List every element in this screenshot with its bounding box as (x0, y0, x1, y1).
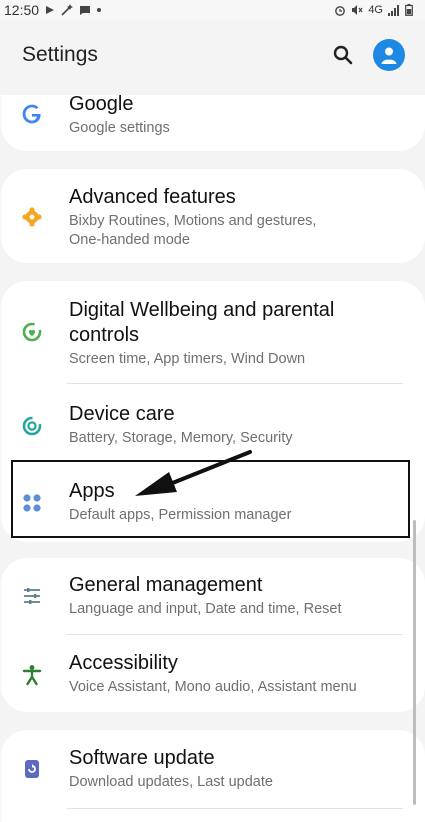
account-avatar-button[interactable] (373, 39, 405, 71)
google-icon (19, 101, 45, 127)
settings-item-digital-wellbeing[interactable]: Digital Wellbeing and parental controls … (1, 281, 425, 384)
network-type: 4G (368, 4, 383, 16)
status-bar: 12:50 4G (0, 0, 425, 20)
settings-card-general: General management Language and input, D… (1, 558, 425, 712)
settings-item-subtitle: Google settings (69, 120, 170, 136)
sliders-icon (19, 583, 45, 609)
settings-item-subtitle: Default apps, Permission manager (69, 507, 292, 523)
settings-item-subtitle: Bixby Routines, Motions and gestures, On… (69, 213, 317, 248)
scrollbar[interactable] (413, 520, 416, 805)
battery-icon (405, 4, 413, 16)
search-icon[interactable] (333, 45, 353, 65)
alarm-icon (335, 6, 346, 16)
settings-item-advanced-features[interactable]: Advanced features Bixby Routines, Motion… (1, 169, 425, 263)
pointer-arrow-icon (135, 450, 252, 496)
app-bar: Settings (0, 20, 425, 90)
apps-icon (19, 490, 45, 516)
settings-item-title: Digital Wellbeing and parental controls (69, 299, 335, 346)
settings-item-subtitle: Download updates, Last update (69, 774, 273, 790)
settings-item-accessibility[interactable]: Accessibility Voice Assistant, Mono audi… (1, 635, 425, 712)
settings-item-software-update[interactable]: Software update Download updates, Last u… (1, 730, 425, 808)
settings-item-title: Google (69, 95, 134, 115)
signal-icon (388, 4, 399, 16)
wellbeing-icon (19, 319, 45, 345)
settings-item-title: Software update (69, 747, 215, 769)
device-care-icon (19, 413, 45, 439)
software-update-icon (19, 756, 45, 782)
settings-card-google: Google Google settings (1, 95, 425, 151)
settings-item-subtitle: Language and input, Date and time, Reset (69, 601, 342, 617)
magic-wand-icon (61, 4, 74, 16)
puzzle-icon (19, 204, 45, 230)
message-icon (80, 5, 91, 15)
accessibility-icon (19, 662, 45, 688)
settings-item-title: Device care (69, 403, 175, 425)
settings-item-title: Accessibility (69, 652, 178, 674)
mute-icon (352, 5, 363, 15)
divider (67, 808, 403, 809)
settings-item-subtitle: Voice Assistant, Mono audio, Assistant m… (69, 679, 357, 695)
settings-item-title: Advanced features (69, 186, 236, 208)
person-icon (381, 47, 397, 64)
status-time: 12:50 (4, 2, 40, 18)
settings-item-subtitle: Screen time, App timers, Wind Down (69, 351, 306, 367)
settings-item-general-management[interactable]: General management Language and input, D… (1, 558, 425, 635)
settings-card-software: Software update Download updates, Last u… (1, 730, 425, 822)
settings-item-google[interactable]: Google Google settings (1, 95, 425, 151)
page-title: Settings (22, 43, 98, 66)
settings-card-advanced: Advanced features Bixby Routines, Motion… (1, 169, 425, 263)
notification-dot-icon (97, 8, 102, 12)
settings-item-title: General management (69, 574, 263, 596)
play-icon (46, 6, 55, 14)
